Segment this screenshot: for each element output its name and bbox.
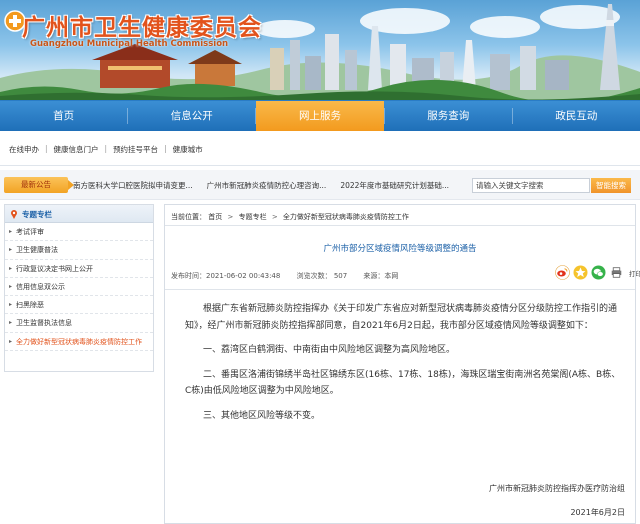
- weibo-share-icon[interactable]: [555, 265, 570, 280]
- sidebar-item-administrative-review[interactable]: 行政复议决定书网上公开: [5, 260, 153, 278]
- subnav-divider: |: [45, 144, 48, 153]
- pin-icon: [11, 210, 17, 219]
- breadcrumb-current[interactable]: 全力做好新型冠状病毒肺炎疫情防控工作: [283, 213, 409, 221]
- article-signature: 广州市新冠肺炎防控指挥办医疗防治组: [489, 484, 625, 493]
- print-link[interactable]: 打印此文: [629, 268, 640, 278]
- nav-item-public-interaction[interactable]: 政民互动: [513, 101, 640, 131]
- nav-item-online-services[interactable]: 网上服务: [256, 101, 384, 131]
- divider: [165, 289, 635, 290]
- breadcrumb-separator: >: [227, 213, 234, 221]
- qzone-share-icon[interactable]: [573, 265, 588, 280]
- breadcrumb-label: 当前位置：: [171, 213, 206, 221]
- article-date: 2021年6月2日: [570, 508, 625, 517]
- article-paragraph: 根据广东省新冠肺炎防控指挥办《关于印发广东省应对新型冠状病毒肺炎疫情分区分级防控…: [185, 304, 618, 331]
- notice-item[interactable]: 广州市新冠肺炎疫情防控心理咨询...: [207, 180, 327, 191]
- article-meta: 发布时间：2021-06-02 00:43:48 浏览次数： 507 来源：本网: [171, 271, 412, 281]
- sidebar-header: 专题专栏: [5, 205, 153, 223]
- subnav-item-health-portal[interactable]: 健康信息门户: [54, 144, 99, 155]
- breadcrumb: 当前位置： 首页 > 专题专栏 > 全力做好新型冠状病毒肺炎疫情防控工作: [171, 212, 409, 222]
- subnav-divider: |: [104, 144, 108, 153]
- article-paragraph: 一、荔湾区白鹤洞街、中南街由中风险地区调整为高风险地区。: [203, 345, 456, 355]
- publish-time: 发布时间：2021-06-02 00:43:48: [171, 272, 281, 280]
- divider: [165, 225, 635, 226]
- print-icon[interactable]: [611, 267, 622, 278]
- notice-item[interactable]: 2022年度市基础研究计划基础...: [340, 180, 449, 191]
- site-title: 广州市卫生健康委员会: [22, 15, 262, 41]
- notice-label: 最新公告: [4, 177, 74, 193]
- sidebar-title: 专题专栏: [22, 210, 52, 219]
- wechat-share-icon[interactable]: [591, 265, 606, 280]
- sidebar-item-legal-education[interactable]: 卫生健康普法: [5, 241, 153, 260]
- article-panel: 当前位置： 首页 > 专题专栏 > 全力做好新型冠状病毒肺炎疫情防控工作 广州市…: [164, 204, 640, 524]
- header-banner: 广州市卫生健康委员会 Guangzhou Municipal Health Co…: [0, 0, 640, 100]
- breadcrumb-special-column[interactable]: 专题专栏: [239, 213, 267, 221]
- article-paragraph: 三、其他地区风险等级不变。: [203, 410, 321, 421]
- breadcrumb-home[interactable]: 首页: [208, 213, 222, 221]
- notice-bar: 最新公告 南方医科大学口腔医院拟申请变更... 广州市新冠肺炎疫情防控心理咨询.…: [0, 170, 640, 200]
- article-paragraph: 二、番禺区洛浦街锦绣半岛社区锦绣东区(16栋、17栋、18栋)，海珠区瑞宝街南洲…: [185, 369, 621, 397]
- subnav-item-appointment-platform[interactable]: 预约挂号平台: [113, 144, 158, 155]
- nav-item-info-disclosure[interactable]: 信息公开: [128, 101, 255, 131]
- article-source: 来源：本网: [363, 272, 399, 280]
- sidebar-item-exam-review[interactable]: 考试评审: [5, 223, 153, 242]
- notice-item[interactable]: 南方医科大学口腔医院拟申请变更...: [73, 180, 193, 191]
- sidebar-item-credit-info[interactable]: 信用信息双公示: [5, 278, 153, 297]
- subnav-item-healthy-city[interactable]: 健康城市: [173, 144, 203, 155]
- sidebar: 专题专栏 考试评审 卫生健康普法 行政复议决定书网上公开 信用信息双公示 扫黑除…: [4, 204, 154, 372]
- subnav-divider: |: [164, 144, 167, 153]
- subnav-item-online-application[interactable]: 在线申办: [9, 144, 39, 155]
- sidebar-item-anti-crime[interactable]: 扫黑除恶: [5, 296, 153, 315]
- smart-search-button[interactable]: 智能搜索: [591, 178, 631, 193]
- nav-item-home[interactable]: 首页: [0, 101, 127, 131]
- breadcrumb-separator: >: [271, 213, 278, 221]
- sidebar-item-covid-prevention[interactable]: 全力做好新型冠状病毒肺炎疫情防控工作: [5, 333, 153, 352]
- share-tools: 打印此文: [555, 265, 640, 280]
- article-body: 根据广东省新冠肺炎防控指挥办《关于印发广东省应对新型冠状病毒肺炎疫情分区分级防控…: [185, 301, 625, 432]
- article-title: 广州市部分区域疫情风险等级调整的通告: [323, 244, 477, 254]
- sub-nav: 在线申办 | 健康信息门户 | 预约挂号平台 | 健康城市: [0, 131, 640, 166]
- main-nav: 首页 信息公开 网上服务 服务查询 政民互动: [0, 100, 640, 131]
- view-count: 浏览次数： 507: [296, 272, 348, 280]
- site-title-english: Guangzhou Municipal Health Commission: [30, 39, 229, 49]
- sidebar-item-supervision-info[interactable]: 卫生监督执法信息: [5, 314, 153, 333]
- search-input[interactable]: [472, 178, 590, 193]
- nav-item-service-query[interactable]: 服务查询: [385, 101, 512, 131]
